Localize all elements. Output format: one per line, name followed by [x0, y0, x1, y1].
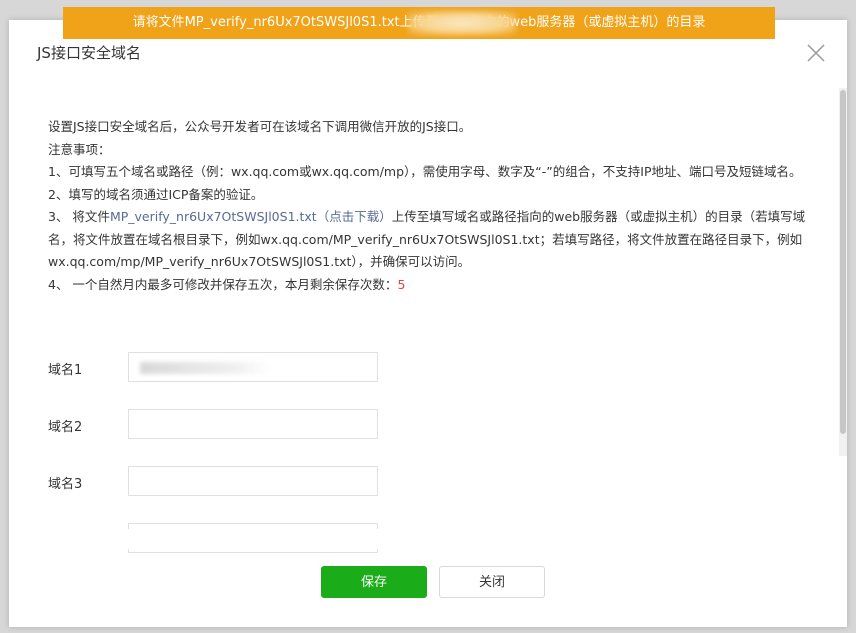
- domain-label-1: 域名1: [48, 363, 83, 378]
- notice-item-4-prefix: 4、 一个自然月内最多可修改并保存五次，本月剩余保存次数：: [48, 276, 398, 292]
- domain-label-3: 域名3: [48, 477, 83, 492]
- domain-input-3[interactable]: [128, 466, 378, 496]
- notice-item-2: 2、填写的域名须通过ICP备案的验证。: [48, 186, 264, 202]
- download-link[interactable]: （点击下载）: [317, 209, 392, 224]
- verify-file-link[interactable]: MP_verify_nr6Ux7OtSWSJl0S1.txt: [110, 209, 317, 224]
- domain-settings-dialog: JS接口安全域名 设置JS接口安全域名后，公众号开发者可在该域名下调用微信开放的…: [9, 20, 847, 627]
- domain-field-row-3: 域名3: [48, 466, 388, 498]
- notice-item-1: 1、可填写五个域名或路径（例：wx.qq.com或wx.qq.com/mp），需…: [48, 164, 802, 179]
- close-button[interactable]: 关闭: [439, 566, 545, 598]
- notice-heading: 注意事项：: [48, 141, 111, 157]
- notice-item-3: 3、 将文件MP_verify_nr6Ux7OtSWSJl0S1.txt（点击下…: [48, 206, 818, 274]
- domain-input-2[interactable]: [128, 409, 378, 439]
- notice-content: 设置JS接口安全域名后，公众号开发者可在该域名下调用微信开放的JS接口。 注意事…: [48, 116, 818, 296]
- close-icon[interactable]: [805, 42, 827, 64]
- upload-notice-banner: 请将文件MP_verify_nr6Ux7OtSWSJl0S1.txt上传至 n.…: [63, 7, 775, 39]
- redacted-domain-mask: [408, 11, 516, 35]
- notice-intro: 设置JS接口安全域名后，公众号开发者可在该域名下调用微信开放的JS接口。: [48, 119, 472, 134]
- notice-item-4: 4、 一个自然月内最多可修改并保存五次，本月剩余保存次数：5: [48, 274, 818, 297]
- scrollbar-thumb[interactable]: [840, 90, 846, 434]
- notice-item-3-prefix: 3、 将文件: [48, 209, 110, 224]
- domain-field-row-2: 域名2: [48, 409, 388, 441]
- domain-label-2: 域名2: [48, 420, 83, 435]
- domain-input-1[interactable]: [128, 352, 378, 382]
- remaining-save-count: 5: [397, 276, 406, 292]
- save-button[interactable]: 保存: [321, 566, 427, 598]
- domain-field-row-1: 域名1: [48, 352, 388, 384]
- dialog-title: JS接口安全域名: [37, 44, 141, 62]
- scroll-area-clip: [9, 529, 839, 549]
